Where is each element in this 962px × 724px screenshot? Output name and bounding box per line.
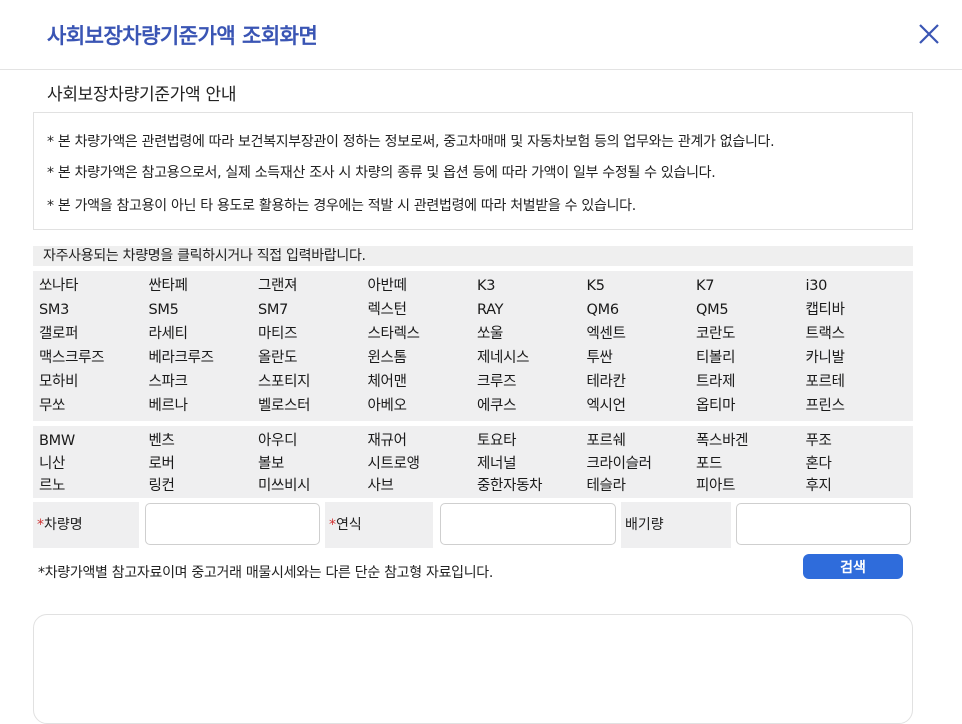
car-name-item[interactable]: 포드 bbox=[696, 454, 806, 477]
car-name-item[interactable]: 폭스바겐 bbox=[696, 431, 806, 454]
car-name-item[interactable]: 옵티마 bbox=[696, 397, 806, 421]
year-label: *연식 bbox=[325, 502, 433, 548]
car-selection-hint: 자주사용되는 차량명을 클릭하시거나 직접 입력바랍니다. bbox=[33, 246, 913, 266]
displacement-input[interactable] bbox=[736, 503, 911, 545]
car-name-item[interactable]: 크라이슬러 bbox=[587, 454, 697, 477]
car-name-item[interactable]: 싼타페 bbox=[149, 277, 259, 301]
car-name-item[interactable]: 올란도 bbox=[258, 349, 368, 373]
car-name-item[interactable]: 무쏘 bbox=[39, 397, 149, 421]
car-name-item[interactable]: K5 bbox=[587, 277, 697, 301]
car-name-item[interactable]: 쏘나타 bbox=[39, 277, 149, 301]
notice-line: * 본 가액을 참고용이 아닌 타 용도로 활용하는 경우에는 적발 시 관련법… bbox=[47, 198, 636, 214]
car-name-item[interactable]: 푸조 bbox=[806, 431, 916, 454]
car-name-item[interactable]: 코란도 bbox=[696, 325, 806, 349]
car-name-item[interactable]: 라세티 bbox=[149, 325, 259, 349]
car-name-item[interactable]: 아반떼 bbox=[368, 277, 478, 301]
car-name-item[interactable]: 스포티지 bbox=[258, 373, 368, 397]
car-name-item[interactable]: K3 bbox=[477, 277, 587, 301]
car-name-item[interactable]: K7 bbox=[696, 277, 806, 301]
car-name-item[interactable]: 갤로퍼 bbox=[39, 325, 149, 349]
close-icon[interactable] bbox=[917, 22, 941, 46]
car-name-item[interactable]: RAY bbox=[477, 301, 587, 325]
car-name-item[interactable]: 시트로앵 bbox=[368, 454, 478, 477]
car-name-item[interactable]: 피아트 bbox=[696, 476, 806, 499]
car-name-item[interactable]: 제너널 bbox=[477, 454, 587, 477]
car-name-item[interactable]: 미쓰비시 bbox=[258, 476, 368, 499]
car-name-item[interactable]: 캡티바 bbox=[806, 301, 916, 325]
car-name-item[interactable]: BMW bbox=[39, 431, 149, 454]
car-name-item[interactable]: QM5 bbox=[696, 301, 806, 325]
car-name-item[interactable]: 니산 bbox=[39, 454, 149, 477]
car-name-item[interactable]: 트라제 bbox=[696, 373, 806, 397]
car-name-item[interactable]: 맥스크루즈 bbox=[39, 349, 149, 373]
car-name-item[interactable]: 쏘울 bbox=[477, 325, 587, 349]
notice-box: * 본 차량가액은 관련법령에 따라 보건복지부장관이 정하는 정보로써, 중고… bbox=[33, 112, 913, 230]
car-name-item[interactable]: 렉스턴 bbox=[368, 301, 478, 325]
notice-line: * 본 차량가액은 관련법령에 따라 보건복지부장관이 정하는 정보로써, 중고… bbox=[47, 134, 775, 150]
displacement-label-text: 배기량 bbox=[625, 517, 664, 533]
car-name-item[interactable]: 투싼 bbox=[587, 349, 697, 373]
car-name-label-text: 차량명 bbox=[44, 517, 83, 533]
car-name-item[interactable]: 포르테 bbox=[806, 373, 916, 397]
notice-line: * 본 차량가액은 참고용으로서, 실제 소득재산 조사 시 차량의 종류 및 … bbox=[47, 165, 716, 181]
displacement-label: 배기량 bbox=[621, 502, 731, 548]
car-name-item[interactable]: 아우디 bbox=[258, 431, 368, 454]
car-name-item[interactable]: 중한자동차 bbox=[477, 476, 587, 499]
domestic-car-list: 쏘나타 싼타페 그랜져 아반떼 K3 K5 K7 i30 SM3 SM5 SM7 렉스턴 RAY QM6 Q… bbox=[33, 271, 913, 421]
car-name-item[interactable]: 후지 bbox=[806, 476, 916, 499]
car-name-item[interactable]: 포르쉐 bbox=[587, 431, 697, 454]
car-name-item[interactable]: SM5 bbox=[149, 301, 259, 325]
search-form: *차량명 *연식 배기량 bbox=[33, 502, 913, 548]
car-name-item[interactable]: 링컨 bbox=[149, 476, 259, 499]
car-name-item[interactable]: 벤츠 bbox=[149, 431, 259, 454]
car-name-item[interactable]: 재규어 bbox=[368, 431, 478, 454]
car-name-item[interactable]: SM3 bbox=[39, 301, 149, 325]
car-name-item[interactable]: 제네시스 bbox=[477, 349, 587, 373]
car-name-item[interactable]: 벨로스터 bbox=[258, 397, 368, 421]
reference-footnote: *차량가액별 참고자료이며 중고거래 매물시세와는 다른 단순 참고형 자료입니… bbox=[38, 565, 494, 581]
car-name-input[interactable] bbox=[145, 503, 320, 545]
car-name-item[interactable]: 아베오 bbox=[368, 397, 478, 421]
car-name-item[interactable]: 프린스 bbox=[806, 397, 916, 421]
dialog-header: 사회보장차량기준가액 조회화면 bbox=[0, 0, 962, 70]
dialog-title: 사회보장차량기준가액 조회화면 bbox=[47, 24, 318, 48]
car-name-item[interactable]: 에쿠스 bbox=[477, 397, 587, 421]
car-name-item[interactable]: 르노 bbox=[39, 476, 149, 499]
car-name-item[interactable]: 혼다 bbox=[806, 454, 916, 477]
car-name-item[interactable]: 베르나 bbox=[149, 397, 259, 421]
car-name-item[interactable]: 테라칸 bbox=[587, 373, 697, 397]
car-name-item[interactable]: 트랙스 bbox=[806, 325, 916, 349]
car-name-item[interactable]: 스파크 bbox=[149, 373, 259, 397]
required-mark: * bbox=[329, 517, 336, 533]
car-name-item[interactable]: 사브 bbox=[368, 476, 478, 499]
car-name-item[interactable]: 스타렉스 bbox=[368, 325, 478, 349]
car-name-item[interactable]: 카니발 bbox=[806, 349, 916, 373]
car-name-label: *차량명 bbox=[33, 502, 139, 548]
car-name-item[interactable]: 테슬라 bbox=[587, 476, 697, 499]
car-name-item[interactable]: 엑시언 bbox=[587, 397, 697, 421]
search-button[interactable]: 검색 bbox=[803, 554, 903, 579]
car-name-item[interactable]: QM6 bbox=[587, 301, 697, 325]
car-name-item[interactable]: i30 bbox=[806, 277, 916, 301]
section-title: 사회보장차량기준가액 안내 bbox=[47, 85, 237, 105]
car-name-item[interactable]: 그랜져 bbox=[258, 277, 368, 301]
required-mark: * bbox=[37, 517, 44, 533]
car-name-item[interactable]: 윈스톰 bbox=[368, 349, 478, 373]
imported-car-list: BMW 벤츠 아우디 재규어 토요타 포르쉐 폭스바겐 푸조니산 로버 볼보 시트로앵 제너널 크라이슬… bbox=[33, 426, 913, 498]
car-name-item[interactable]: 베라크루즈 bbox=[149, 349, 259, 373]
year-input[interactable] bbox=[440, 503, 616, 545]
car-name-item[interactable]: SM7 bbox=[258, 301, 368, 325]
car-name-item[interactable]: 토요타 bbox=[477, 431, 587, 454]
car-name-item[interactable]: 체어맨 bbox=[368, 373, 478, 397]
car-name-item[interactable]: 티볼리 bbox=[696, 349, 806, 373]
car-name-item[interactable]: 엑센트 bbox=[587, 325, 697, 349]
car-name-item[interactable]: 볼보 bbox=[258, 454, 368, 477]
car-name-item[interactable]: 모하비 bbox=[39, 373, 149, 397]
car-name-item[interactable]: 로버 bbox=[149, 454, 259, 477]
car-name-item[interactable]: 크루즈 bbox=[477, 373, 587, 397]
result-area bbox=[33, 614, 913, 724]
year-label-text: 연식 bbox=[336, 517, 362, 533]
car-name-item[interactable]: 마티즈 bbox=[258, 325, 368, 349]
